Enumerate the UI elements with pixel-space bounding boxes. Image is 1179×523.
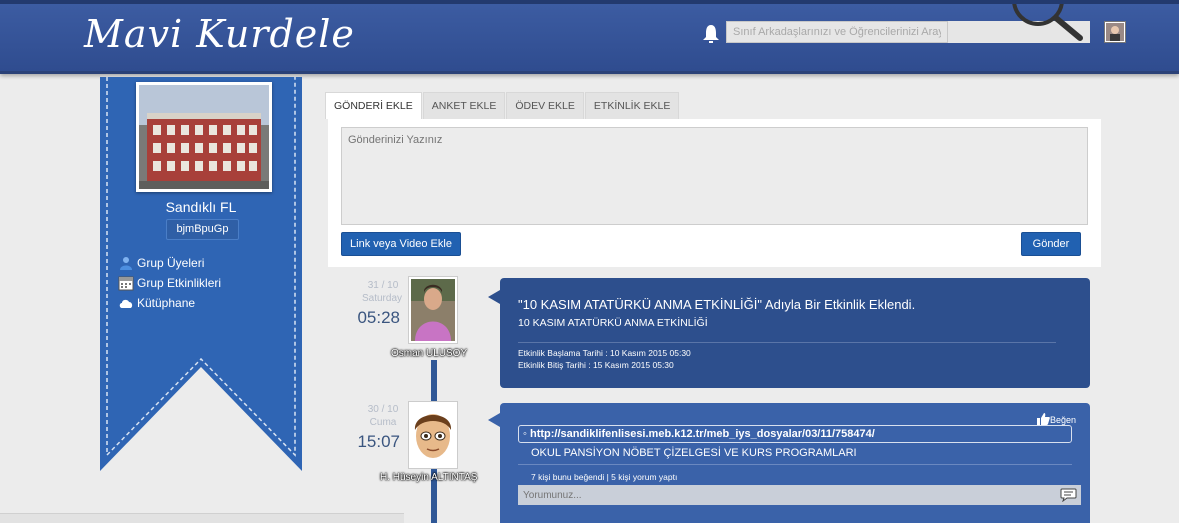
bell-icon[interactable]: [702, 24, 720, 44]
sidebar-item-members[interactable]: Grup Üyeleri: [118, 253, 221, 273]
event-post-card: "10 KASIM ATATÜRKÜ ANMA ETKİNLİĞİ" Adıyl…: [488, 278, 1090, 388]
shared-link[interactable]: ◦ http://sandiklifenlisesi.meb.k12.tr/me…: [518, 425, 1072, 443]
cartoon-avatar: [411, 404, 455, 466]
post-author[interactable]: H. Hüseyin ALTINTAŞ: [380, 472, 477, 483]
link-title[interactable]: OKUL PANSİYON NÖBET ÇİZELGESİ VE KURS PR…: [531, 447, 857, 459]
post-day: Saturday: [361, 293, 403, 304]
tab-event[interactable]: ETKİNLİK EKLE: [584, 92, 680, 119]
tab-homework[interactable]: ÖDEV EKLE: [506, 92, 584, 119]
sidebar-item-library[interactable]: Kütüphane: [118, 293, 221, 313]
user-photo: [411, 279, 455, 341]
bullet-icon: ◦: [523, 428, 530, 440]
post-day: Cuma: [369, 417, 397, 428]
group-code-button[interactable]: bjmBpuGp: [166, 219, 239, 240]
divider: [518, 464, 1072, 465]
add-link-video-button[interactable]: Link veya Video Ekle: [341, 232, 461, 256]
search-icon[interactable]: [1008, 4, 1088, 44]
user-avatar-osman[interactable]: [408, 276, 458, 344]
avatar-image: [1106, 23, 1124, 41]
group-name: Sandıklı FL: [165, 199, 237, 215]
sidebar-item-label: Grup Etkinlikleri: [137, 276, 222, 290]
like-button[interactable]: Beğen: [1036, 403, 1076, 425]
post-stats[interactable]: 7 kişi bunu beğendi | 5 kişi yorum yaptı: [531, 472, 677, 482]
sidebar-item-label: Grup Üyeleri: [137, 256, 205, 270]
user-avatar[interactable]: [1104, 21, 1126, 43]
event-name: 10 KASIM ATATÜRKÜ ANMA ETKİNLİĞİ: [518, 317, 708, 329]
post-time: 15:07: [357, 432, 400, 451]
calendar-icon: [118, 276, 134, 291]
site-logo[interactable]: Mavi Kurdele: [84, 12, 355, 56]
comment-icon[interactable]: [1060, 488, 1077, 502]
link-url: http://sandiklifenlisesi.meb.k12.tr/meb_…: [529, 428, 875, 440]
post-time: 05:28: [357, 308, 400, 327]
group-photo[interactable]: [136, 82, 272, 192]
sidebar-menu: Grup Üyeleri Grup Etkinlikleri Kütüphane: [118, 253, 221, 313]
post-title: "10 KASIM ATATÜRKÜ ANMA ETKİNLİĞİ" Adıyl…: [518, 297, 916, 312]
post-date: 31 / 10: [367, 280, 399, 291]
like-label: Beğen: [1050, 415, 1077, 425]
post-date: 30 / 10: [367, 404, 399, 415]
school-building-image: [139, 85, 269, 189]
thumbs-up-icon: [1037, 413, 1050, 425]
composer-tabs: GÖNDERİ EKLE ANKET EKLE ÖDEV EKLE ETKİNL…: [325, 92, 680, 119]
post-textarea[interactable]: [341, 127, 1088, 225]
link-post-card: Beğen ◦ http://sandiklifenlisesi.meb.k12…: [488, 403, 1090, 523]
cloud-icon: [119, 299, 133, 308]
event-end-date: Etkinlik Bitiş Tarihi : 15 Kasım 2015 05…: [518, 360, 674, 370]
send-button[interactable]: Gönder: [1021, 232, 1081, 256]
tab-poll[interactable]: ANKET EKLE: [422, 92, 506, 119]
comment-input[interactable]: [518, 485, 1081, 505]
top-header: Mavi Kurdele: [0, 0, 1179, 74]
header-top-line: [0, 0, 1179, 4]
event-start-date: Etkinlik Başlama Tarihi : 10 Kasım 2015 …: [518, 348, 691, 358]
sidebar-item-events[interactable]: Grup Etkinlikleri: [118, 273, 221, 293]
people-icon: [120, 257, 132, 270]
divider: [518, 342, 1056, 343]
post-composer: Link veya Video Ekle Gönder: [328, 119, 1101, 267]
sidebar-item-label: Kütüphane: [137, 296, 196, 310]
search-input[interactable]: [726, 21, 948, 43]
post-author[interactable]: Osman ULUSOY: [391, 348, 467, 359]
status-bar: [0, 513, 404, 523]
tab-post[interactable]: GÖNDERİ EKLE: [325, 92, 422, 119]
user-avatar-huseyin[interactable]: [408, 401, 458, 469]
